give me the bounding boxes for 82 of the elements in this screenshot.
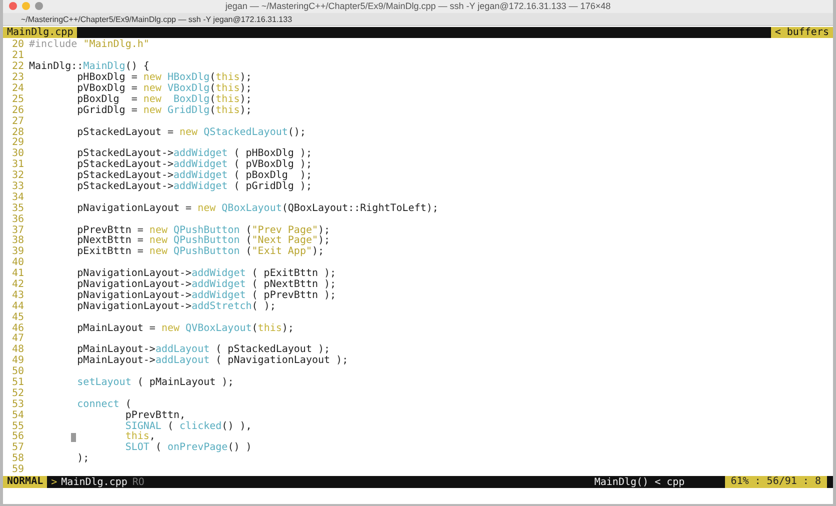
line-number: 49 bbox=[10, 356, 25, 366]
code-line: pNavigationLayout->addWidget ( pPrevBttn ); bbox=[76, 290, 336, 301]
code-line: pNextBttn = new QPushButton ("Next Page"); bbox=[76, 236, 330, 247]
line-number: 35 bbox=[10, 204, 25, 214]
code-line: SLOT ( onPrevPage() ) bbox=[124, 443, 252, 454]
code-line: pGridDlg = new GridDlg(this); bbox=[76, 106, 252, 117]
line-number: 43 bbox=[10, 290, 25, 302]
line-number: 39 bbox=[10, 247, 25, 258]
code-line: pNavigationLayout->addWidget ( pNextBttn ); bbox=[76, 280, 336, 290]
code-line: MainDlg::MainDlg() { bbox=[29, 62, 150, 72]
minimize-icon[interactable] bbox=[22, 2, 30, 10]
terminal-tab[interactable]: ~/MasteringC++/Chapter5/Ex9/MainDlg.cpp — ssh -Y jegan@172.16.31.133 bbox=[3, 12, 833, 26]
line-number: 53 bbox=[10, 400, 25, 410]
line-number: 24 bbox=[10, 84, 25, 94]
code-line: this, bbox=[124, 432, 156, 442]
line-number: 47 bbox=[10, 334, 25, 344]
line-number: 31 bbox=[10, 160, 25, 170]
line-number: 21 bbox=[10, 51, 25, 62]
code-line: pNavigationLayout->addStretch( ); bbox=[76, 302, 276, 313]
line-number: 41 bbox=[10, 269, 25, 280]
line-number: 48 bbox=[10, 345, 25, 356]
line-number: 46 bbox=[10, 324, 25, 334]
buffer-tab[interactable]: MainDlg.cpp bbox=[3, 27, 78, 38]
line-number: 20 bbox=[10, 40, 25, 50]
line-number: 55 bbox=[10, 422, 25, 432]
code-line: #include "MainDlg.h" bbox=[29, 40, 150, 52]
buffers-label: < buffers bbox=[770, 27, 833, 38]
code-line: pBoxDlg = new BoxDlg(this); bbox=[76, 94, 252, 105]
line-number: 28 bbox=[10, 128, 25, 138]
line-number: 42 bbox=[10, 280, 25, 290]
line-number: 29 bbox=[10, 138, 25, 148]
line-number: 22 bbox=[10, 62, 25, 72]
code-line: pStackedLayout = new QStackedLayout(); bbox=[76, 128, 306, 138]
code-line: SIGNAL ( clicked() ), bbox=[124, 422, 252, 432]
close-icon[interactable] bbox=[9, 2, 17, 10]
line-number: 59 bbox=[10, 465, 25, 476]
file-name: MainDlg.cpp bbox=[61, 476, 128, 488]
line-number: 38 bbox=[10, 236, 25, 246]
code-line: pPrevBttn, bbox=[124, 410, 186, 421]
line-number: 51 bbox=[10, 378, 25, 388]
function-name: MainDlg() < cpp bbox=[594, 476, 685, 488]
mode-indicator: NORMAL bbox=[3, 476, 48, 488]
line-number: 56 bbox=[10, 432, 25, 442]
code-line: pHBoxDlg = new HBoxDlg(this); bbox=[76, 73, 252, 84]
line-number: 57 bbox=[10, 443, 25, 454]
code-line: pMainLayout = new QVBoxLayout(this); bbox=[76, 324, 294, 334]
line-number: 52 bbox=[10, 388, 25, 400]
code-line: pStackedLayout->addWidget ( pVBoxDlg ); bbox=[76, 160, 312, 170]
line-number: 33 bbox=[10, 182, 25, 192]
window-title: jegan — ~/MasteringC++/Chapter5/Ex9/MainDlg.cpp — ssh -Y jegan@172.16.31.133 — 176×48 bbox=[225, 1, 611, 12]
code-line: ); bbox=[76, 454, 90, 466]
line-number: 50 bbox=[10, 367, 25, 378]
line-number: 45 bbox=[10, 312, 25, 324]
code-line: pMainLayout->addLayout ( pStackedLayout ); bbox=[76, 345, 330, 356]
readonly-label: RO bbox=[132, 476, 144, 488]
code-line: pStackedLayout->addWidget ( pGridDlg ); bbox=[76, 182, 312, 193]
mode-arrow: > bbox=[50, 476, 58, 488]
code-line: pNavigationLayout = new QBoxLayout(QBoxLayout::RightToLeft); bbox=[76, 204, 438, 215]
code-line: pStackedLayout->addWidget ( pBoxDlg ); bbox=[76, 171, 312, 182]
code-line: pStackedLayout->addWidget ( pHBoxDlg ); bbox=[76, 149, 312, 160]
zoom-icon[interactable] bbox=[35, 2, 43, 10]
code-line: connect ( bbox=[76, 400, 132, 410]
line-number: 40 bbox=[10, 258, 25, 268]
code-line: pNavigationLayout->addWidget ( pExitBttn ); bbox=[76, 269, 336, 280]
line-number: 37 bbox=[10, 226, 25, 236]
line-number: 25 bbox=[10, 94, 25, 106]
code-line: pExitBttn = new QPushButton ("Exit App"); bbox=[76, 247, 324, 258]
code-line: setLayout ( pMainLayout ); bbox=[76, 378, 234, 389]
line-number: 44 bbox=[10, 302, 25, 312]
line-number: 27 bbox=[10, 116, 25, 128]
code-line: pPrevBttn = new QPushButton ("Prev Page"); bbox=[76, 226, 330, 236]
line-number: 23 bbox=[10, 73, 25, 84]
line-number: 36 bbox=[10, 214, 25, 226]
line-number: 30 bbox=[10, 149, 25, 160]
line-number: 34 bbox=[10, 192, 25, 204]
line-number: 26 bbox=[10, 106, 25, 116]
cursor-position: 61% : 56/91 : 8 bbox=[724, 476, 827, 488]
line-number: 58 bbox=[10, 454, 25, 464]
line-number: 32 bbox=[10, 171, 25, 182]
line-number: 54 bbox=[10, 410, 25, 422]
code-line: pVBoxDlg = new VBoxDlg(this); bbox=[76, 84, 252, 94]
code-line: pMainLayout->addLayout ( pNavigationLayout ); bbox=[76, 356, 348, 368]
